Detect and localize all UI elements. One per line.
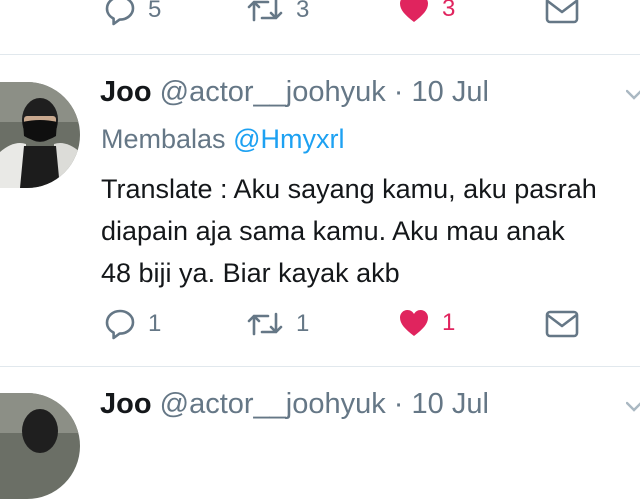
- tweet-date[interactable]: 10 Jul: [412, 76, 489, 108]
- chevron-down-icon: [625, 401, 640, 412]
- avatar[interactable]: [0, 82, 80, 188]
- avatar-photo: [0, 82, 80, 188]
- prev-reply-count: 5: [148, 0, 162, 23]
- avatar-photo: [0, 393, 80, 499]
- user-handle[interactable]: @actor__joohyuk: [160, 76, 386, 108]
- like-button[interactable]: 1: [398, 308, 455, 338]
- next-header-separator: ·: [385, 388, 412, 420]
- prev-retweet-button[interactable]: 3: [246, 0, 309, 26]
- reply-icon: [105, 0, 135, 26]
- mail-icon: [545, 310, 579, 338]
- retweet-button[interactable]: 1: [246, 308, 309, 340]
- divider: [0, 54, 640, 55]
- prev-like-button[interactable]: 3: [398, 0, 455, 24]
- reply-count: 1: [148, 310, 162, 337]
- next-user-handle[interactable]: @actor__joohyuk: [160, 388, 386, 420]
- prev-retweet-count: 3: [296, 0, 310, 23]
- retweet-icon: [247, 0, 283, 22]
- mail-icon: [545, 0, 579, 24]
- retweet-count: 1: [296, 310, 310, 337]
- prev-tweet-actions: 5 3 3: [0, 0, 640, 34]
- heart-icon: [400, 0, 428, 22]
- retweet-icon: [247, 312, 283, 336]
- like-count: 1: [442, 309, 456, 336]
- reply-icon: [105, 309, 135, 340]
- tweet-text-line: diapain aja sama kamu. Aku mau anak: [101, 216, 565, 246]
- divider: [0, 366, 640, 367]
- replying-prefix: Membalas: [101, 124, 226, 154]
- tweet-header: Joo @actor__joohyuk · 10 Jul: [100, 76, 489, 109]
- tweet-text-line: 48 biji ya. Biar kayak akb: [101, 258, 400, 288]
- replying-to: Membalas @Hmyxrl: [101, 124, 344, 155]
- next-avatar[interactable]: [0, 393, 80, 499]
- tweet-actions: 1 1 1: [0, 308, 640, 348]
- mention-link[interactable]: @Hmyxrl: [233, 124, 344, 154]
- display-name[interactable]: Joo: [100, 76, 152, 108]
- prev-reply-button[interactable]: 5: [104, 0, 161, 26]
- dm-button[interactable]: [545, 310, 579, 338]
- prev-dm-button[interactable]: [545, 0, 579, 24]
- next-tweet-menu-button[interactable]: [625, 400, 640, 419]
- tweet-text-line: Translate : Aku sayang kamu, aku pasrah: [101, 174, 597, 204]
- tweet-text: Translate : Aku sayang kamu, aku pasrah …: [101, 168, 640, 294]
- chevron-down-icon: [625, 89, 640, 100]
- heart-icon: [400, 310, 428, 336]
- next-tweet-header: Joo @actor__joohyuk · 10 Jul: [100, 388, 489, 421]
- next-tweet-date[interactable]: 10 Jul: [412, 388, 489, 420]
- header-separator: ·: [385, 76, 412, 108]
- prev-like-count: 3: [442, 0, 456, 22]
- reply-button[interactable]: 1: [104, 308, 161, 340]
- next-display-name[interactable]: Joo: [100, 388, 152, 420]
- tweet-menu-button[interactable]: [625, 88, 640, 107]
